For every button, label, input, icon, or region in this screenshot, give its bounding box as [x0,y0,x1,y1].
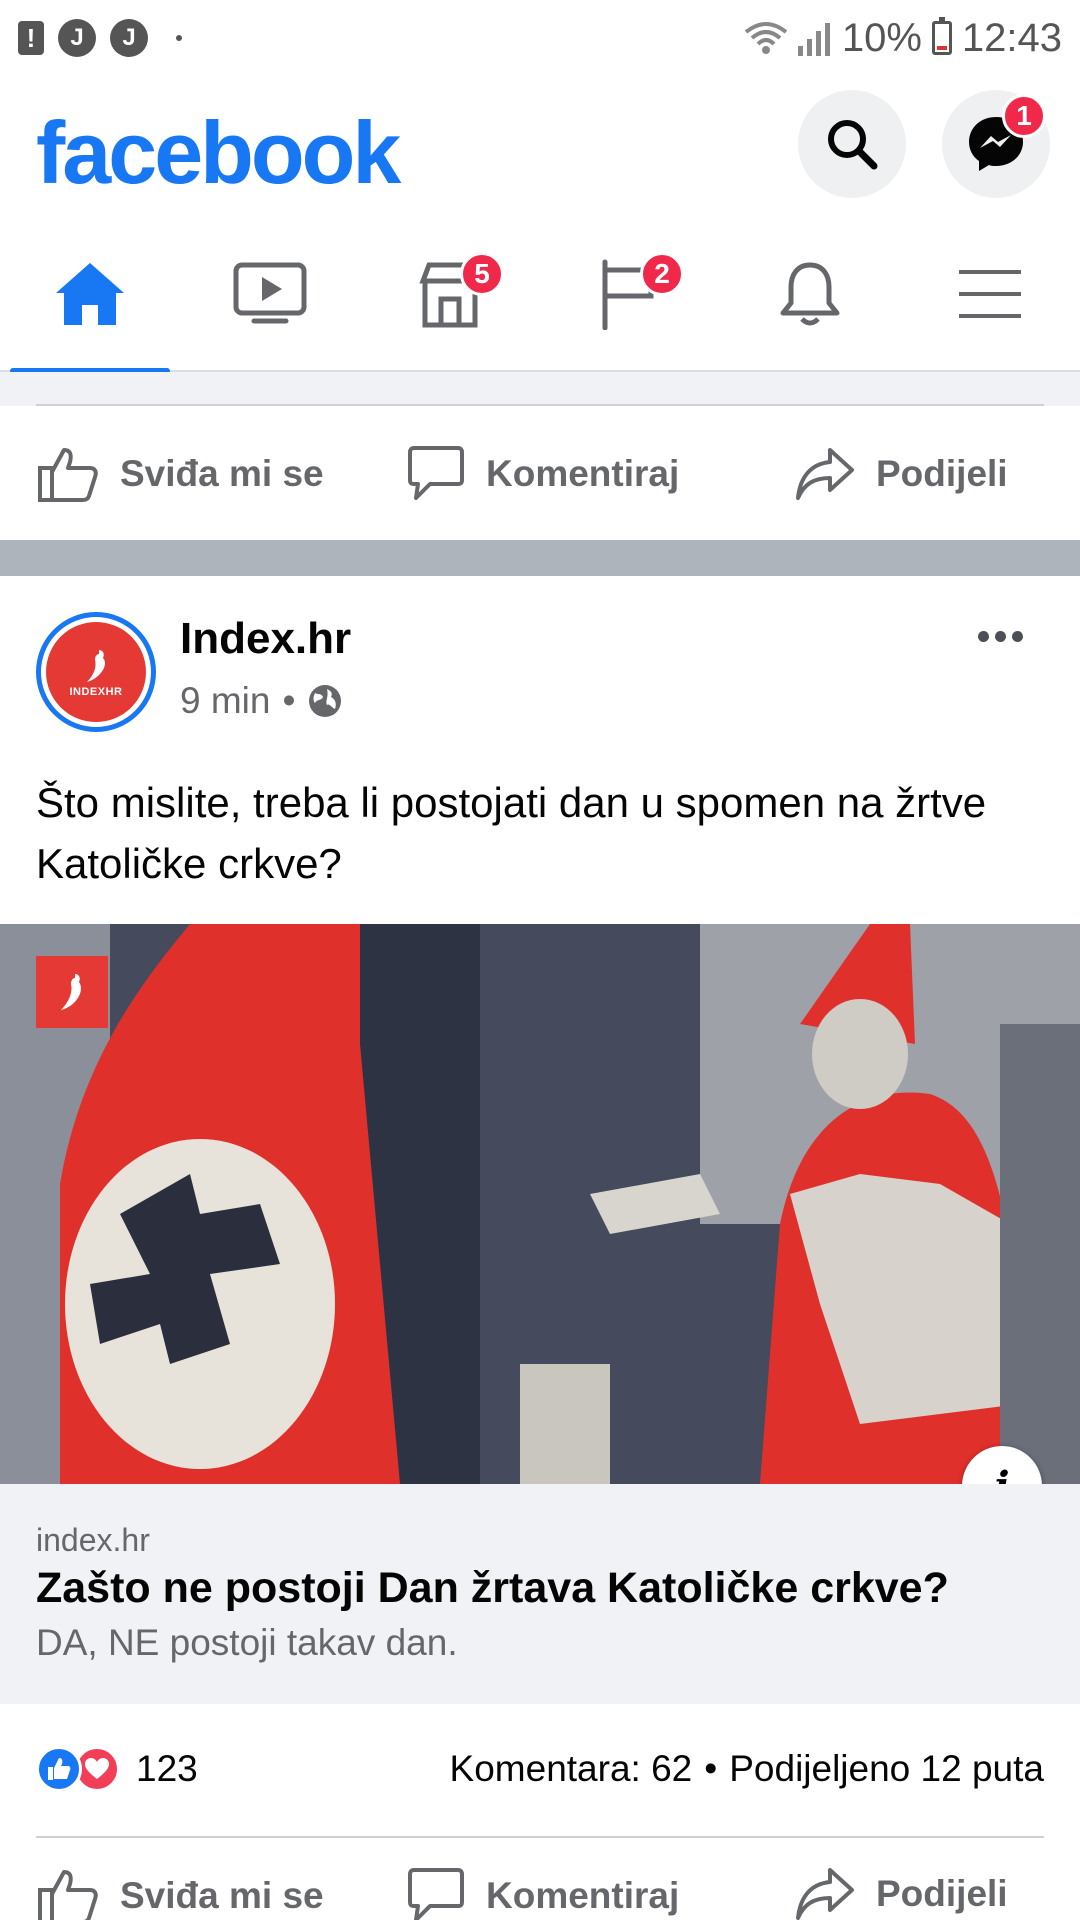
post-photo [0,924,1080,1484]
share-label: Podijeli [876,453,1008,494]
alert-icon: ! [18,21,44,55]
battery-percent: 10% [841,15,922,60]
status-bar: ! J J 10% 12:43 [0,0,1080,76]
stats-separator: • [704,1748,718,1789]
signal-icon [797,23,830,56]
link-domain: index.hr [36,1522,150,1558]
like-label: Sviđa mi se [120,1875,324,1916]
status-left: ! J J [18,19,182,57]
divider [36,404,1044,406]
comment-button[interactable]: Komentiraj [406,444,679,504]
link-title: Zašto ne postoji Dan žrtava Katoličke cr… [36,1564,949,1612]
avatar-text: INDEXHR [69,686,123,698]
thumbs-up-icon [38,1870,98,1920]
j-notification-icon: J [58,19,96,57]
thumbs-up-icon [38,448,98,502]
comment-label: Komentiraj [486,453,680,494]
messenger-badge: 1 [1002,94,1046,138]
meta-separator: • [282,680,296,721]
divider [36,1836,1044,1838]
chili-pepper-icon [61,974,81,1010]
link-description: DA, NE postoji takav dan. [36,1622,458,1663]
chili-pepper-icon [87,650,106,682]
reactions-summary[interactable]: 123 [36,1746,198,1792]
bell-icon [780,262,840,326]
battery-icon [931,17,952,55]
status-right: 10% 12:43 [744,16,1062,61]
post-meta: 9 min • [180,680,343,722]
tab-notifications[interactable] [720,216,900,372]
pages-badge: 2 [640,252,684,296]
like-button[interactable]: Sviđa mi se [36,444,324,504]
tab-watch[interactable] [180,216,360,372]
post-stats: Komentara: 62 • Podijeljeno 12 puta [450,1748,1044,1790]
more-dot-icon [1011,630,1023,642]
app-header: facebook 1 [0,76,1080,216]
post-author[interactable]: Index.hr [180,614,351,664]
index-logo: INDEXHR [46,622,146,722]
tab-pages[interactable]: 2 [540,216,720,372]
marketplace-badge: 5 [460,252,504,296]
tab-home[interactable] [0,216,180,374]
hamburger-menu-icon [959,270,1021,318]
clock: 12:43 [961,15,1062,60]
tab-marketplace[interactable]: 5 [360,216,540,372]
page-avatar[interactable]: INDEXHR [36,612,156,732]
reaction-count: 123 [136,1748,198,1789]
comment-icon [408,446,464,500]
more-dot-icon [977,630,989,642]
facebook-logo[interactable]: facebook [36,102,401,204]
share-button[interactable]: Podijeli [794,1866,1008,1920]
more-dot-icon [994,630,1006,642]
tab-menu[interactable] [900,216,1080,372]
heart-icon [85,1758,109,1779]
post-text: Što mislite, treba li postojati dan u sp… [36,779,987,887]
globe-icon [309,685,342,717]
feed-gap [0,372,1080,406]
like-label: Sviđa mi se [120,453,324,494]
prev-post-actions: Sviđa mi se Komentiraj Podijeli [0,410,1080,538]
search-icon [828,120,878,170]
thumbs-up-icon [48,1758,71,1780]
j-notification-icon: J [110,19,148,57]
wifi-icon [744,22,788,54]
post-options-button[interactable] [970,614,1030,658]
like-button[interactable]: Sviđa mi se [36,1866,324,1920]
search-button[interactable] [798,90,906,198]
share-count[interactable]: Podijeljeno 12 puta [729,1748,1044,1790]
comment-count[interactable]: Komentara: 62 [450,1748,693,1790]
post-time[interactable]: 9 min [180,680,270,722]
comment-label: Komentiraj [486,1875,680,1916]
share-label: Podijeli [876,1873,1008,1914]
messenger-button[interactable]: 1 [942,90,1050,198]
post-actions: Sviđa mi se Komentiraj Podijeli [0,1840,1080,1920]
nav-tabs: 5 2 [0,216,1080,374]
like-reaction-icon [36,1746,82,1792]
comment-icon [408,1868,464,1920]
index-watermark [36,956,108,1028]
feed-separator [0,540,1080,576]
dot-icon [176,35,182,41]
video-icon [233,262,307,324]
share-icon [796,1868,854,1920]
share-icon [796,448,854,500]
post-image[interactable] [0,924,1080,1484]
comment-button[interactable]: Komentiraj [406,1866,679,1920]
home-icon [56,263,124,325]
share-button[interactable]: Podijeli [794,446,1008,502]
